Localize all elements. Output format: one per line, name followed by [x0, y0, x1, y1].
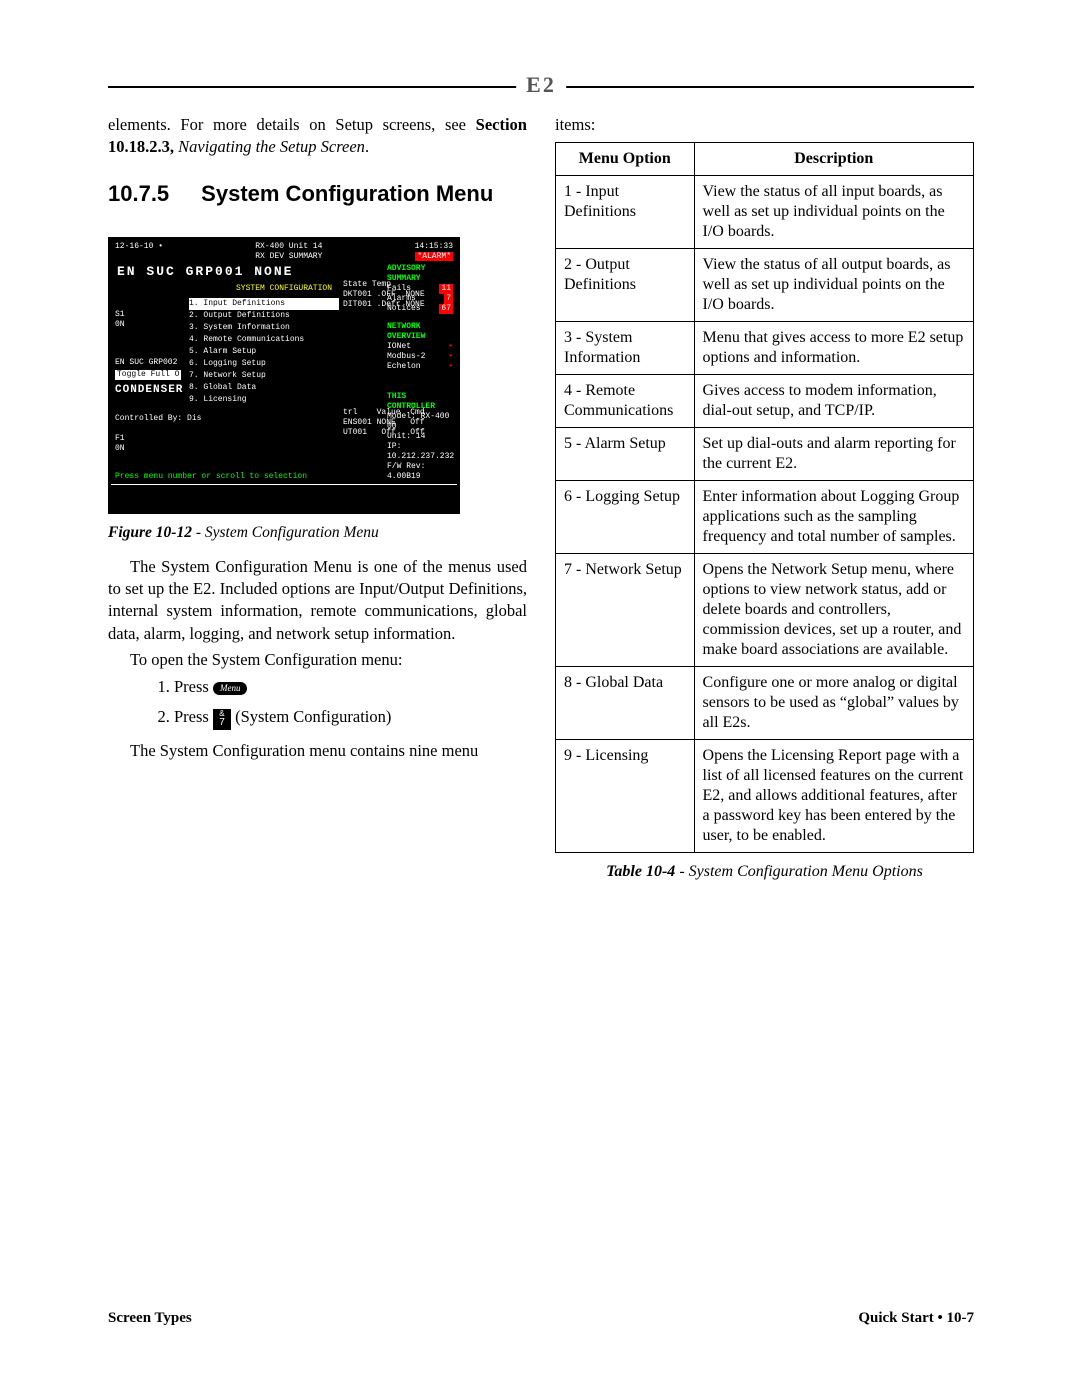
- table-row: 5 - Alarm SetupSet up dial-outs and alar…: [556, 428, 974, 481]
- ss-menu-item: 7. Network Setup: [189, 370, 339, 382]
- step2-post: (System Configuration): [231, 707, 391, 726]
- opt-cell: 8 - Global Data: [556, 667, 695, 740]
- table-row: 1 - Input DefinitionsView the status of …: [556, 176, 974, 249]
- ss-ctrl3: IP: 10.212.237.232: [387, 442, 453, 462]
- ss-menu-item: 2. Output Definitions: [189, 310, 339, 322]
- ss-net1: IONet: [387, 342, 411, 351]
- footer-right: Quick Start • 10-7: [858, 1310, 974, 1327]
- ss-net-hdr: NETWORK OVERVIEW: [387, 322, 453, 342]
- opt-cell: 2 - Output Definitions: [556, 249, 695, 322]
- table-header-option: Menu Option: [556, 143, 695, 176]
- ss-adv2v: 7: [444, 294, 453, 304]
- opt-cell: 1 - Input Definitions: [556, 176, 695, 249]
- table-header-description: Description: [694, 143, 973, 176]
- opt-cell: 7 - Network Setup: [556, 554, 695, 667]
- ss-subtitle: RX DEV SUMMARY: [255, 252, 322, 261]
- heading-number: 10.7.5: [108, 181, 169, 206]
- ss-trl-block: trl Value Cmd ENS001 NONE Off UT001 Off …: [343, 408, 425, 438]
- ss-date: 12-16-10 •: [115, 242, 163, 262]
- ss-menu-item: 8. Global Data: [189, 382, 339, 394]
- ss-menu-item: 3. System Information: [189, 322, 339, 334]
- ss-condenser: CONDENSER: [115, 384, 201, 398]
- key-bot: 7: [219, 717, 225, 728]
- ss-ctrl-by: Controlled By: Dis: [115, 414, 201, 424]
- ss-alarm: *ALARM*: [415, 252, 453, 261]
- amp7-key-icon: &7: [213, 709, 231, 730]
- table-caption: Table 10-4 - System Configuration Menu O…: [555, 863, 974, 881]
- ss-menu-list: 1. Input Definitions 2. Output Definitio…: [189, 298, 339, 406]
- desc-cell: Opens the Network Setup menu, where opti…: [694, 554, 973, 667]
- ss-grp2: EN SUC GRP002: [115, 358, 201, 368]
- menu-options-table: Menu Option Description 1 - Input Defini…: [555, 142, 974, 853]
- table-label: Table 10-4: [606, 863, 675, 880]
- table-row: 9 - LicensingOpens the Licensing Report …: [556, 740, 974, 853]
- desc-cell: Configure one or more analog or digital …: [694, 667, 973, 740]
- ss-ctrl4: F/W Rev: 4.00B19: [387, 462, 453, 482]
- figure-caption: Figure 10-12 - System Configuration Menu: [108, 524, 527, 542]
- open-instruction: To open the System Configuration menu:: [108, 649, 527, 671]
- ss-s1: S1: [115, 310, 201, 320]
- heading-title: System Configuration Menu: [201, 181, 493, 206]
- body-paragraph-2: The System Configuration menu contains n…: [108, 740, 527, 762]
- intro-text: elements. For more details on Setup scre…: [108, 115, 476, 134]
- step-1: Press Menu: [174, 677, 527, 697]
- table-title: - System Configuration Menu Options: [675, 863, 923, 880]
- ss-title: RX-400 Unit 14: [255, 242, 322, 251]
- body-paragraph-1: The System Configuration Menu is one of …: [108, 556, 527, 645]
- table-row: 4 - Remote CommunicationsGives access to…: [556, 375, 974, 428]
- opt-cell: 5 - Alarm Setup: [556, 428, 695, 481]
- desc-cell: Enter information about Logging Group ap…: [694, 481, 973, 554]
- desc-cell: Gives access to modem information, dial-…: [694, 375, 973, 428]
- ss-net3: Echelon: [387, 362, 421, 371]
- footer-page: 10-7: [947, 1310, 975, 1326]
- menu-key-icon: Menu: [213, 682, 248, 695]
- ss-f1: F1: [115, 434, 201, 444]
- config-menu-screenshot: 12-16-10 • RX-400 Unit 14 RX DEV SUMMARY…: [108, 237, 460, 514]
- step-2: Press &7 (System Configuration): [174, 707, 527, 730]
- opt-cell: 6 - Logging Setup: [556, 481, 695, 554]
- ss-menu-item: 9. Licensing: [189, 394, 339, 406]
- table-row: 3 - System InformationMenu that gives ac…: [556, 322, 974, 375]
- ss-menu-item: 5. Alarm Setup: [189, 346, 339, 358]
- table-row: 2 - Output DefinitionsView the status of…: [556, 249, 974, 322]
- ss-menu-item: 6. Logging Setup: [189, 358, 339, 370]
- desc-cell: View the status of all output boards, as…: [694, 249, 973, 322]
- footer-right-text: Quick Start •: [858, 1310, 946, 1326]
- ss-state-block: State Temp DKT001 .OFF NONE DIT001 .Defr…: [343, 280, 425, 310]
- step1-pre: Press: [174, 677, 213, 696]
- step2-pre: Press: [174, 707, 213, 726]
- table-row: 7 - Network SetupOpens the Network Setup…: [556, 554, 974, 667]
- ss-0n: 0N: [115, 320, 201, 330]
- desc-cell: Opens the Licensing Report page with a l…: [694, 740, 973, 853]
- desc-cell: Menu that gives access to more E2 setup …: [694, 322, 973, 375]
- page-logo: E2: [516, 72, 566, 98]
- footer-left: Screen Types: [108, 1310, 192, 1327]
- opt-cell: 4 - Remote Communications: [556, 375, 695, 428]
- ss-adv3v: 67: [439, 304, 453, 314]
- figure-label: Figure 10-12: [108, 524, 192, 541]
- intro-paragraph: elements. For more details on Setup scre…: [108, 114, 527, 159]
- table-row: 8 - Global DataConfigure one or more ana…: [556, 667, 974, 740]
- opt-cell: 9 - Licensing: [556, 740, 695, 853]
- step-list: Press Menu Press &7 (System Configuratio…: [134, 677, 527, 730]
- ss-toggle-btn: Toggle Full O: [115, 370, 181, 380]
- crossref-title: Navigating the Setup Screen: [174, 137, 365, 156]
- opt-cell: 3 - System Information: [556, 322, 695, 375]
- desc-cell: View the status of all input boards, as …: [694, 176, 973, 249]
- ss-time: 14:15:33: [415, 242, 453, 251]
- table-row: 6 - Logging SetupEnter information about…: [556, 481, 974, 554]
- ss-adv1v: 11: [439, 284, 453, 294]
- figure-title: - System Configuration Menu: [192, 524, 379, 541]
- desc-cell: Set up dial-outs and alarm reporting for…: [694, 428, 973, 481]
- ss-menu-item: 1. Input Definitions: [189, 298, 339, 310]
- crossref-end: .: [365, 137, 369, 156]
- section-heading: 10.7.5 System Configuration Menu: [108, 181, 527, 207]
- col2-lead: items:: [555, 114, 974, 136]
- ss-menu-item: 4. Remote Communications: [189, 334, 339, 346]
- ss-net2: Modbus-2: [387, 352, 425, 361]
- ss-0n2: 0N: [115, 444, 201, 454]
